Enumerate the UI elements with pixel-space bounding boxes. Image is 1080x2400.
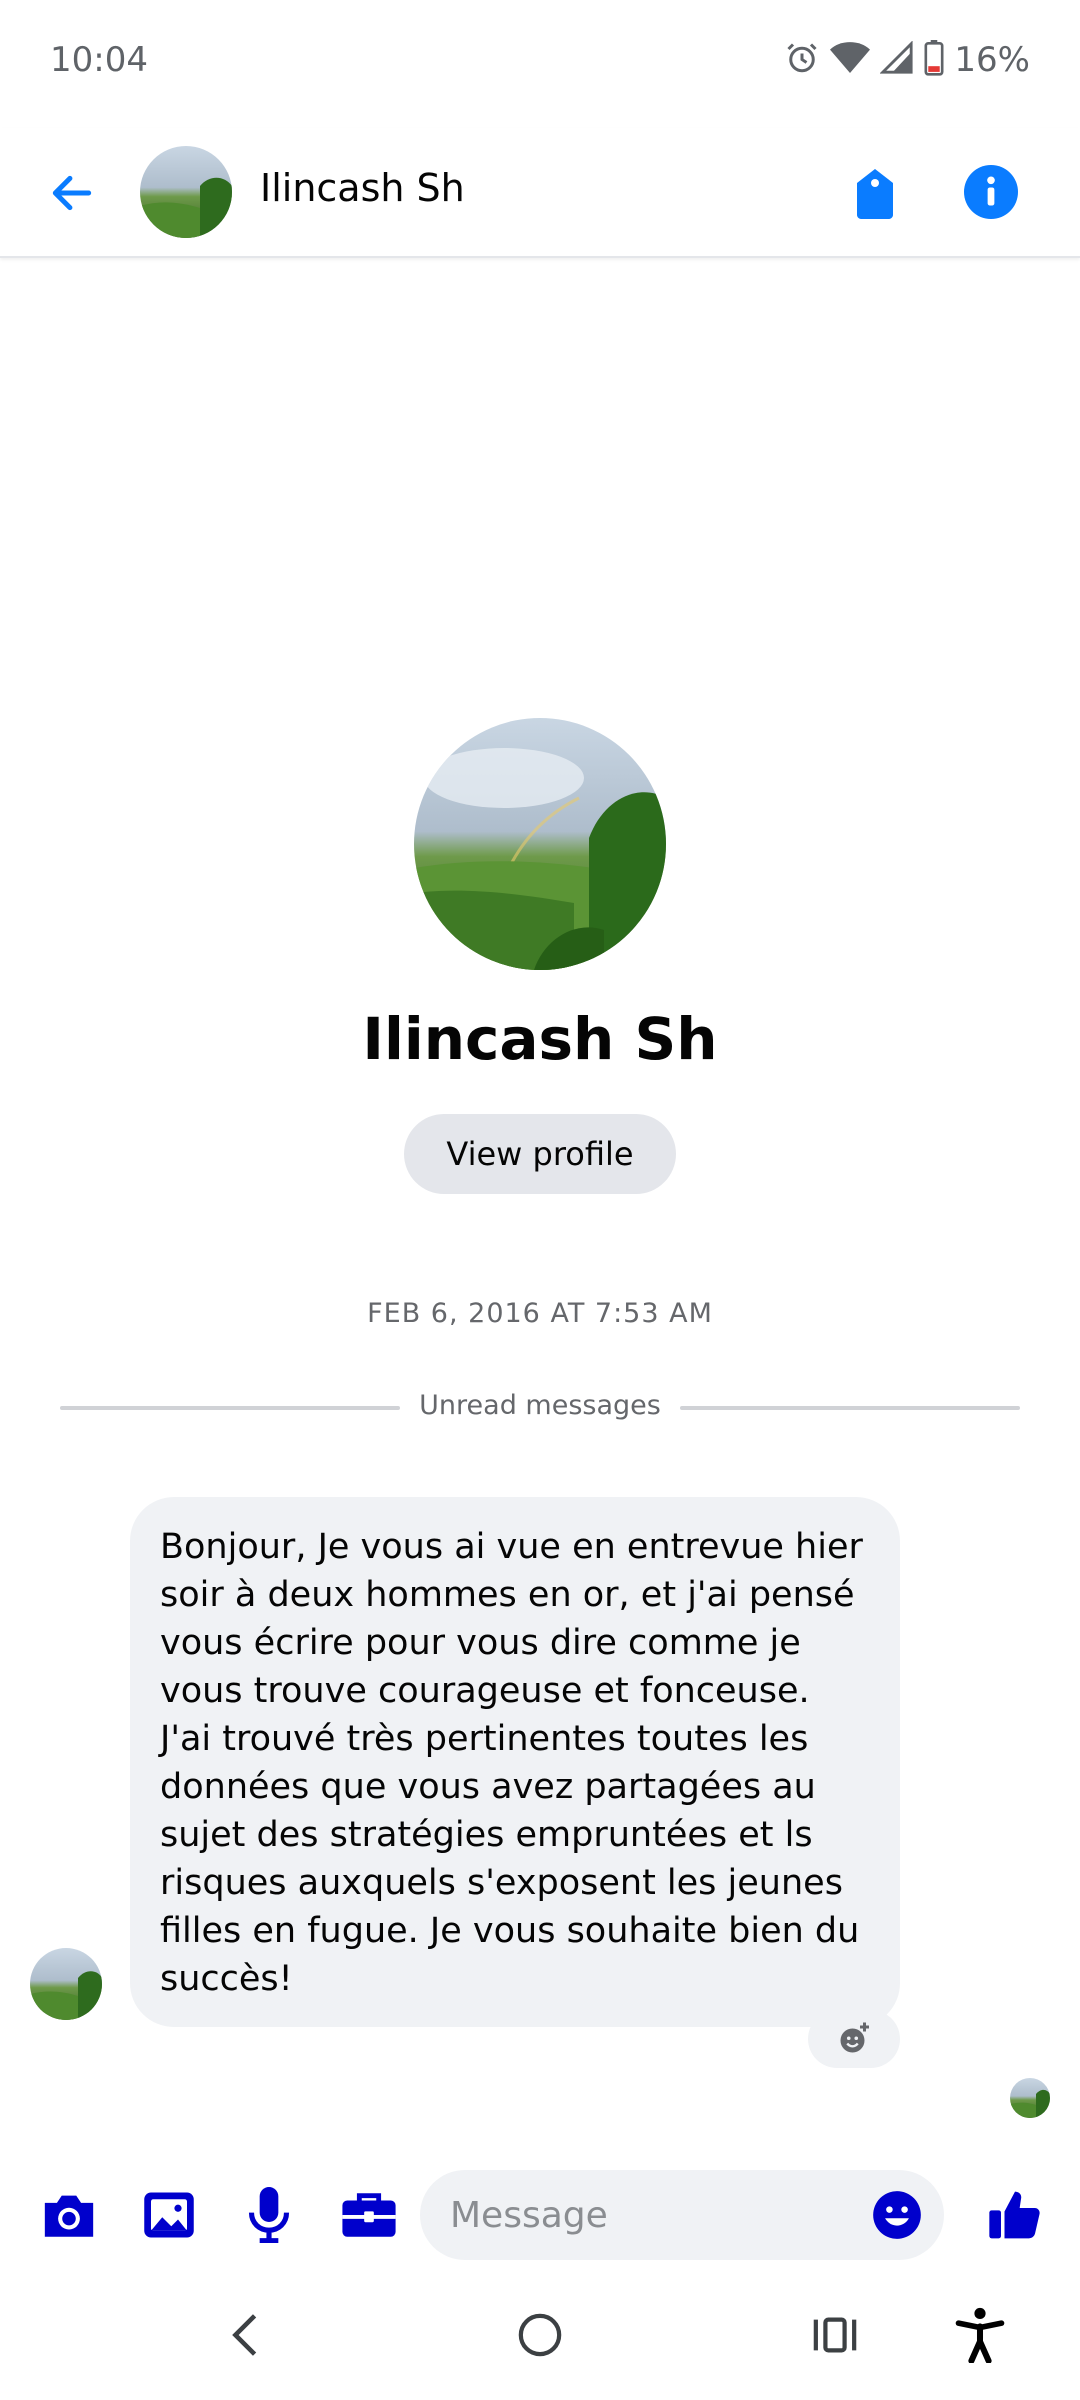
battery-icon — [924, 40, 944, 80]
recents-icon — [813, 2317, 857, 2353]
add-reaction-icon — [840, 2022, 869, 2053]
back-button[interactable] — [40, 161, 104, 225]
briefcase-icon — [342, 2193, 396, 2237]
conversation-header: Ilincash Sh — [0, 128, 1080, 258]
message-input-container — [420, 2170, 944, 2260]
emoji-icon — [873, 2191, 921, 2239]
emoji-button[interactable] — [866, 2184, 928, 2246]
unread-divider: Unread messages — [60, 1388, 1020, 1428]
like-button[interactable] — [982, 2182, 1048, 2248]
header-avatar[interactable] — [140, 146, 232, 238]
wifi-icon — [830, 40, 871, 80]
microphone-icon — [248, 2187, 290, 2243]
gallery-button[interactable] — [136, 2182, 202, 2248]
divider-line — [680, 1406, 1020, 1410]
thumbs-up-icon — [989, 2191, 1040, 2239]
tag-button[interactable] — [840, 158, 910, 228]
briefcase-button[interactable] — [336, 2182, 402, 2248]
system-nav-bar — [0, 2270, 1080, 2400]
tag-icon — [857, 169, 893, 219]
back-arrow-icon — [52, 175, 92, 211]
message-sender-avatar[interactable] — [30, 1948, 102, 2020]
nav-recents-button[interactable] — [800, 2300, 870, 2370]
home-circle-icon — [518, 2313, 562, 2357]
message-bubble[interactable]: Bonjour, Je vous ai vue en entrevue hier… — [130, 1497, 900, 2027]
profile-avatar[interactable] — [414, 718, 666, 970]
accessibility-button[interactable] — [945, 2300, 1015, 2370]
status-time: 10:04 — [50, 40, 148, 80]
nav-back-button[interactable] — [210, 2300, 280, 2370]
voice-button[interactable] — [236, 2182, 302, 2248]
gallery-icon — [144, 2192, 194, 2238]
conversation-date: FEB 6, 2016 AT 7:53 AM — [367, 1298, 713, 1329]
message-input[interactable] — [450, 2170, 870, 2260]
seen-indicator-avatar — [1010, 2078, 1050, 2118]
status-icons: 16% — [784, 38, 1030, 82]
accessibility-icon — [955, 2307, 1005, 2363]
profile-name: Ilincash Sh — [362, 1005, 718, 1073]
camera-icon — [44, 2195, 94, 2237]
chevron-left-icon — [232, 2314, 257, 2356]
info-button[interactable] — [955, 156, 1027, 228]
info-icon — [964, 165, 1018, 219]
message-composer — [0, 2160, 1080, 2270]
view-profile-button[interactable]: View profile — [404, 1114, 676, 1194]
status-bar: 10:04 16% — [0, 0, 1080, 128]
signal-icon — [879, 40, 914, 79]
header-contact-name[interactable]: Ilincash Sh — [260, 166, 465, 210]
camera-button[interactable] — [36, 2182, 102, 2248]
alarm-icon — [784, 40, 820, 80]
nav-home-button[interactable] — [505, 2300, 575, 2370]
react-button[interactable] — [808, 2010, 900, 2068]
battery-percent: 16% — [954, 40, 1030, 80]
